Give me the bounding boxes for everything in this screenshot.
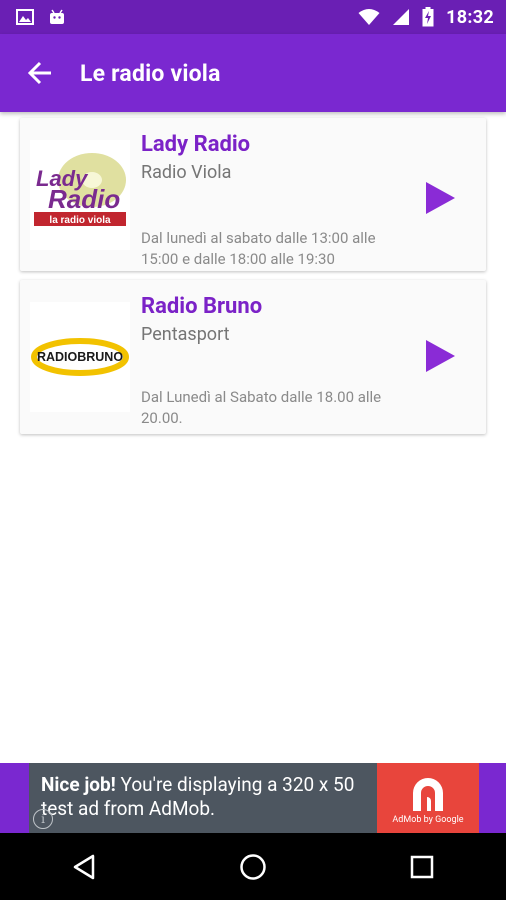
status-bar: 18:32 bbox=[0, 0, 506, 34]
home-circle-icon bbox=[240, 853, 266, 880]
status-time: 18:32 bbox=[446, 6, 494, 28]
battery-charging-icon bbox=[422, 7, 434, 27]
station-name: Radio Bruno bbox=[141, 294, 263, 319]
station-schedule: Dal Lunedì al Sabato dalle 18.00 alle 20… bbox=[141, 388, 382, 427]
arrow-back-icon bbox=[27, 61, 51, 85]
image-notification-icon bbox=[16, 9, 34, 25]
station-schedule: Dal lunedì al sabato dalle 13:00 alle 15… bbox=[141, 229, 376, 268]
status-bar-system: 18:32 bbox=[358, 7, 506, 28]
navigation-bar bbox=[0, 833, 506, 900]
page-title: Le radio viola bbox=[80, 59, 221, 87]
nav-back-button[interactable] bbox=[54, 837, 114, 897]
station-program: Radio Viola bbox=[141, 162, 232, 183]
ad-headline: Nice job! bbox=[41, 773, 116, 796]
admob-glyph-icon bbox=[413, 778, 443, 811]
info-icon[interactable]: i bbox=[33, 809, 53, 829]
nav-home-button[interactable] bbox=[223, 837, 283, 897]
app-bar: Le radio viola bbox=[0, 34, 506, 112]
admob-caption: AdMob by Google bbox=[392, 815, 464, 825]
back-button[interactable] bbox=[0, 34, 80, 112]
station-program: Pentasport bbox=[141, 324, 230, 345]
wifi-icon bbox=[358, 8, 380, 25]
radio-bruno-logo: RADIOBRUNO bbox=[30, 302, 130, 412]
play-button[interactable] bbox=[420, 336, 460, 376]
lady-radio-logo-tagline: la radio viola bbox=[49, 215, 111, 226]
admob-logo: AdMob by Google bbox=[377, 763, 479, 833]
lady-radio-logo-line2: Radio bbox=[48, 184, 120, 214]
play-button[interactable] bbox=[420, 178, 460, 218]
station-card-lady-radio[interactable]: Lady Radio la radio viola Lady Radio Rad… bbox=[20, 118, 486, 271]
lady-radio-logo: Lady Radio la radio viola bbox=[30, 140, 130, 250]
ad-banner[interactable]: Nice job! You're displaying a 320 x 50 t… bbox=[29, 763, 479, 833]
back-triangle-icon bbox=[74, 854, 95, 879]
ad-banner-container: Nice job! You're displaying a 320 x 50 t… bbox=[0, 763, 506, 833]
play-icon bbox=[426, 182, 455, 214]
recents-square-icon bbox=[410, 855, 433, 878]
radio-bruno-logo-text: RADIOBRUNO bbox=[37, 350, 123, 364]
ad-text: Nice job! You're displaying a 320 x 50 t… bbox=[41, 773, 371, 821]
nav-recents-button[interactable] bbox=[392, 837, 452, 897]
android-notification-icon bbox=[50, 9, 64, 24]
status-bar-notifications bbox=[0, 9, 66, 25]
station-name: Lady Radio bbox=[141, 132, 251, 157]
play-icon bbox=[426, 340, 455, 372]
station-card-radio-bruno[interactable]: RADIOBRUNO Radio Bruno Pentasport Dal Lu… bbox=[20, 280, 486, 434]
cell-signal-icon bbox=[393, 9, 410, 25]
